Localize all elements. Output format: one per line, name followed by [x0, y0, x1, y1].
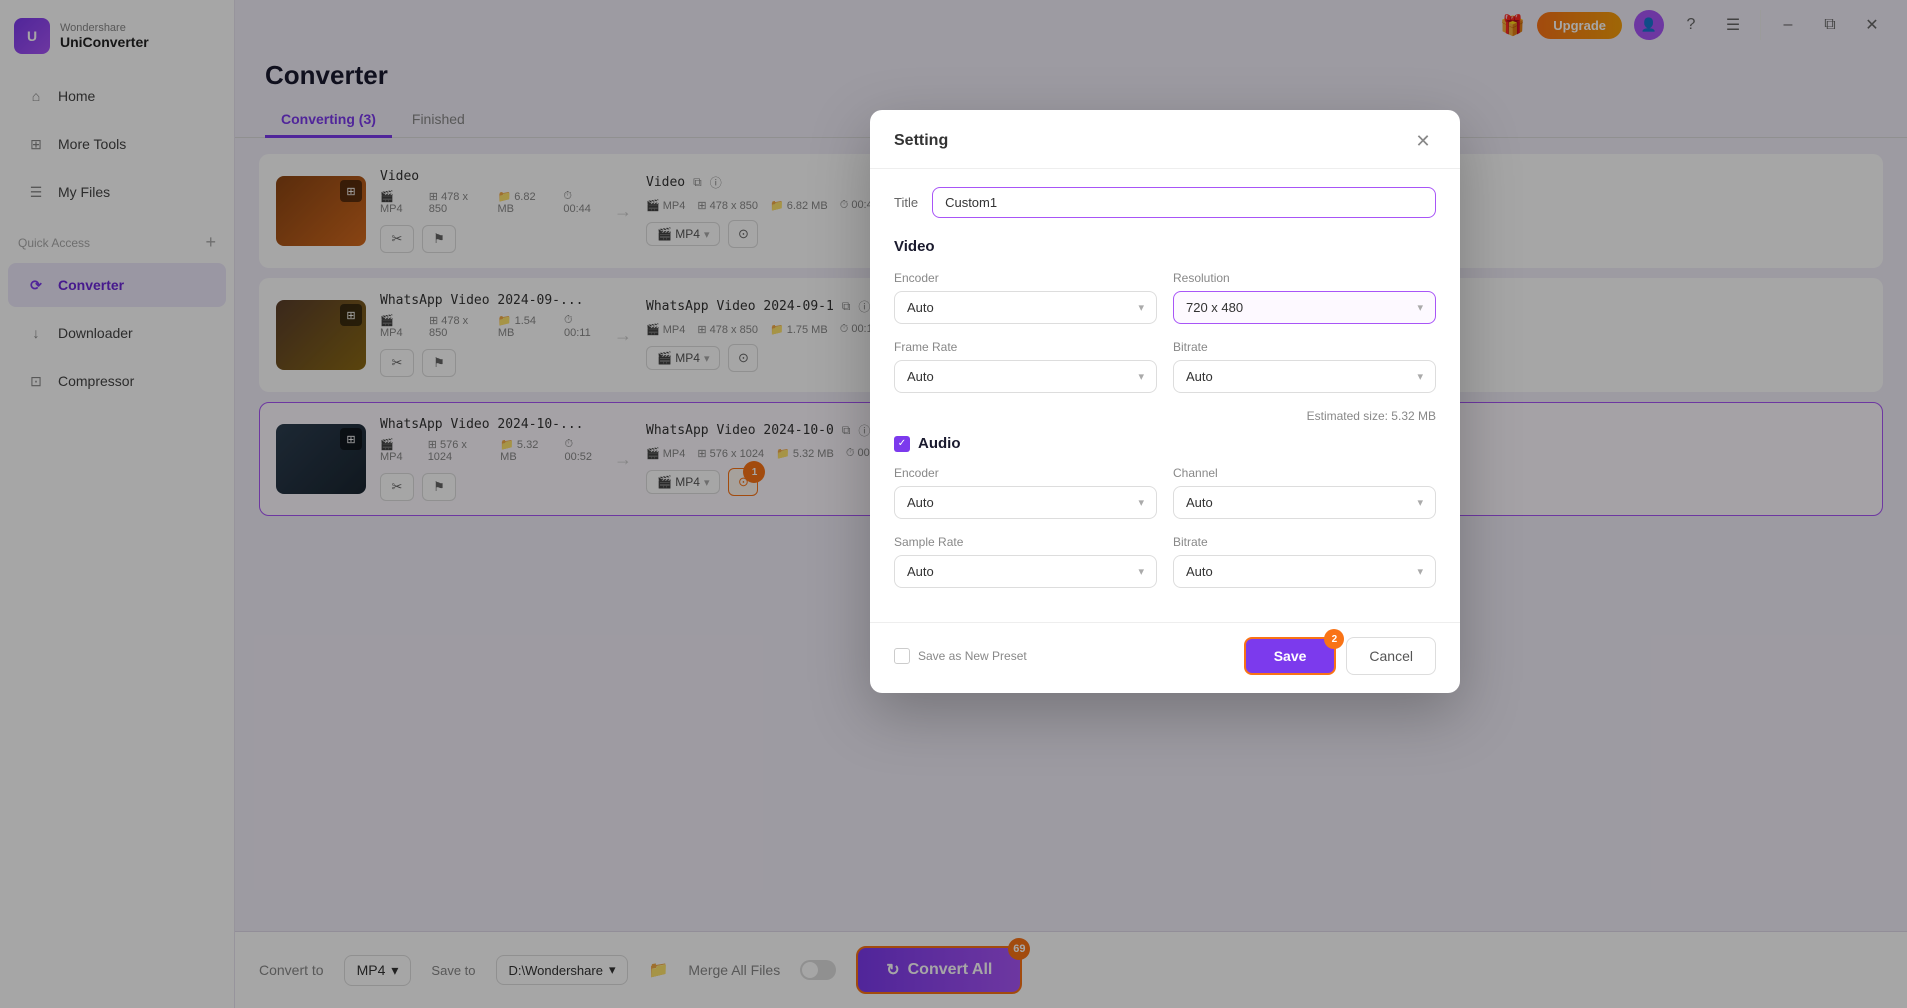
- audio-form-grid: Encoder Auto ▾ Channel Auto ▾ Sample Rat…: [894, 466, 1436, 588]
- modal-close-btn[interactable]: ✕: [1410, 128, 1436, 154]
- resolution-select[interactable]: 720 x 480 ▾: [1173, 291, 1436, 324]
- modal-buttons: Save 2 Cancel: [1244, 637, 1436, 675]
- modal-header: Setting ✕: [870, 110, 1460, 169]
- modal-body: Title Video Encoder Auto ▾ Resolution 72…: [870, 169, 1460, 622]
- video-form-grid: Encoder Auto ▾ Resolution 720 x 480 ▾ Fr…: [894, 271, 1436, 393]
- encoder-select[interactable]: Auto ▾: [894, 291, 1157, 324]
- frame-rate-select[interactable]: Auto ▾: [894, 360, 1157, 393]
- preset-row: Save as New Preset: [894, 648, 1027, 664]
- bitrate-label: Bitrate: [1173, 340, 1436, 354]
- frame-rate-field: Frame Rate Auto ▾: [894, 340, 1157, 393]
- save-label: Save: [1274, 648, 1307, 664]
- sample-rate-select[interactable]: Auto ▾: [894, 555, 1157, 588]
- encoder-field: Encoder Auto ▾: [894, 271, 1157, 324]
- frame-rate-value: Auto: [907, 369, 934, 384]
- resolution-label: Resolution: [1173, 271, 1436, 285]
- sample-rate-value: Auto: [907, 564, 934, 579]
- audio-label: Audio: [918, 435, 961, 452]
- channel-label: Channel: [1173, 466, 1436, 480]
- audio-encoder-field: Encoder Auto ▾: [894, 466, 1157, 519]
- resolution-value: 720 x 480: [1186, 300, 1243, 315]
- bitrate-field: Bitrate Auto ▾: [1173, 340, 1436, 393]
- audio-encoder-label: Encoder: [894, 466, 1157, 480]
- sample-rate-label: Sample Rate: [894, 535, 1157, 549]
- modal-title: Setting: [894, 132, 948, 150]
- channel-select[interactable]: Auto ▾: [1173, 486, 1436, 519]
- channel-field: Channel Auto ▾: [1173, 466, 1436, 519]
- encoder-label: Encoder: [894, 271, 1157, 285]
- audio-bitrate-field: Bitrate Auto ▾: [1173, 535, 1436, 588]
- audio-bitrate-value: Auto: [1186, 564, 1213, 579]
- preset-checkbox[interactable]: [894, 648, 910, 664]
- encoder-value: Auto: [907, 300, 934, 315]
- estimated-size: Estimated size: 5.32 MB: [894, 409, 1436, 423]
- title-input[interactable]: [932, 187, 1436, 218]
- title-field-label: Title: [894, 195, 918, 210]
- frame-rate-label: Frame Rate: [894, 340, 1157, 354]
- resolution-field: Resolution 720 x 480 ▾: [1173, 271, 1436, 324]
- video-section-label: Video: [894, 238, 1436, 255]
- cancel-button[interactable]: Cancel: [1346, 637, 1436, 675]
- save-button[interactable]: Save 2: [1244, 637, 1337, 675]
- audio-header: ✓ Audio: [894, 435, 1436, 452]
- audio-bitrate-select[interactable]: Auto ▾: [1173, 555, 1436, 588]
- bitrate-value: Auto: [1186, 369, 1213, 384]
- sample-rate-field: Sample Rate Auto ▾: [894, 535, 1157, 588]
- audio-section: ✓ Audio Encoder Auto ▾ Channel Auto ▾: [894, 435, 1436, 588]
- title-row: Title: [894, 187, 1436, 218]
- audio-checkbox[interactable]: ✓: [894, 436, 910, 452]
- bitrate-select[interactable]: Auto ▾: [1173, 360, 1436, 393]
- channel-value: Auto: [1186, 495, 1213, 510]
- modal-footer: Save as New Preset Save 2 Cancel: [870, 622, 1460, 693]
- setting-modal: Setting ✕ Title Video Encoder Auto ▾ Res…: [870, 110, 1460, 693]
- save-badge: 2: [1324, 629, 1344, 649]
- audio-encoder-select[interactable]: Auto ▾: [894, 486, 1157, 519]
- audio-bitrate-label: Bitrate: [1173, 535, 1436, 549]
- audio-encoder-value: Auto: [907, 495, 934, 510]
- preset-label: Save as New Preset: [918, 649, 1027, 663]
